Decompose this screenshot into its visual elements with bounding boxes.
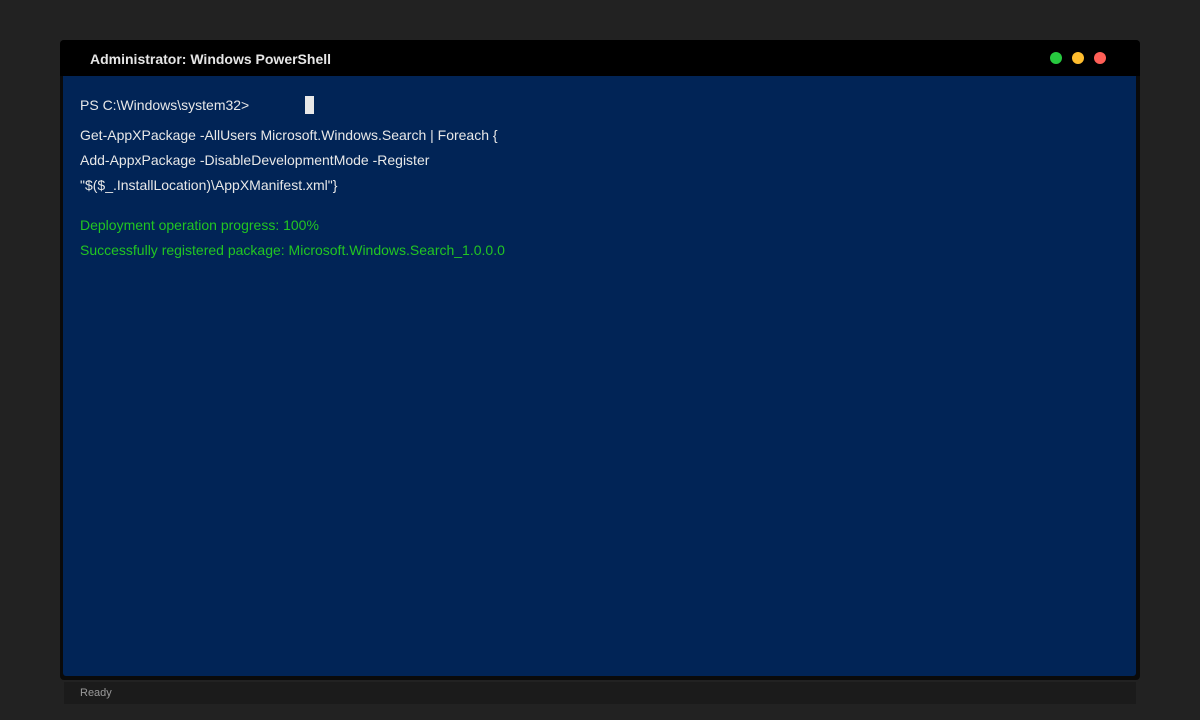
output-success: Successfully registered package: Microso… <box>80 242 505 258</box>
maximize-button[interactable] <box>1050 52 1062 64</box>
command-line-1: Get-AppXPackage -AllUsers Microsoft.Wind… <box>80 127 498 143</box>
command-line-3: "$($_.InstallLocation)\AppXManifest.xml"… <box>80 177 338 193</box>
close-button[interactable] <box>1094 52 1106 64</box>
text-cursor <box>305 96 314 114</box>
window-controls <box>1050 52 1106 64</box>
status-bar: Ready <box>64 682 1136 704</box>
window-title: Administrator: Windows PowerShell <box>90 51 332 67</box>
minimize-button[interactable] <box>1072 52 1084 64</box>
console-area[interactable]: PS C:\Windows\system32> Get-AppXPackage … <box>63 76 1136 676</box>
output-progress: Deployment operation progress: 100% <box>80 217 319 233</box>
prompt-text: PS C:\Windows\system32> <box>80 97 250 113</box>
status-text: Ready <box>80 687 112 699</box>
command-line-2: Add-AppxPackage -DisableDevelopmentMode … <box>80 152 430 168</box>
title-bar[interactable]: Administrator: Windows PowerShell <box>60 40 1140 76</box>
powershell-window: Administrator: Windows PowerShell PS C:\… <box>60 40 1140 680</box>
